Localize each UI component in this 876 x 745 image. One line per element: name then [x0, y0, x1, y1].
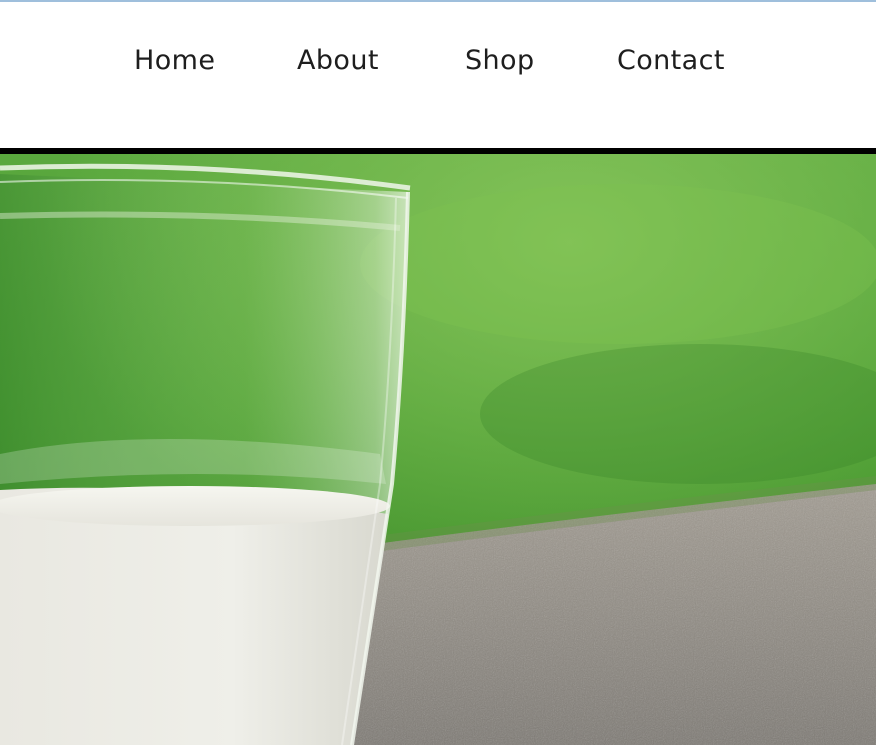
main-navigation: Home About Shop Contact	[0, 2, 876, 148]
milk-glass-illustration	[0, 154, 876, 745]
nav-link-contact[interactable]: Contact	[617, 44, 725, 78]
nav-link-home[interactable]: Home	[134, 44, 215, 78]
nav-link-about[interactable]: About	[297, 44, 379, 78]
hero-image	[0, 154, 876, 745]
nav-link-shop[interactable]: Shop	[465, 44, 535, 78]
